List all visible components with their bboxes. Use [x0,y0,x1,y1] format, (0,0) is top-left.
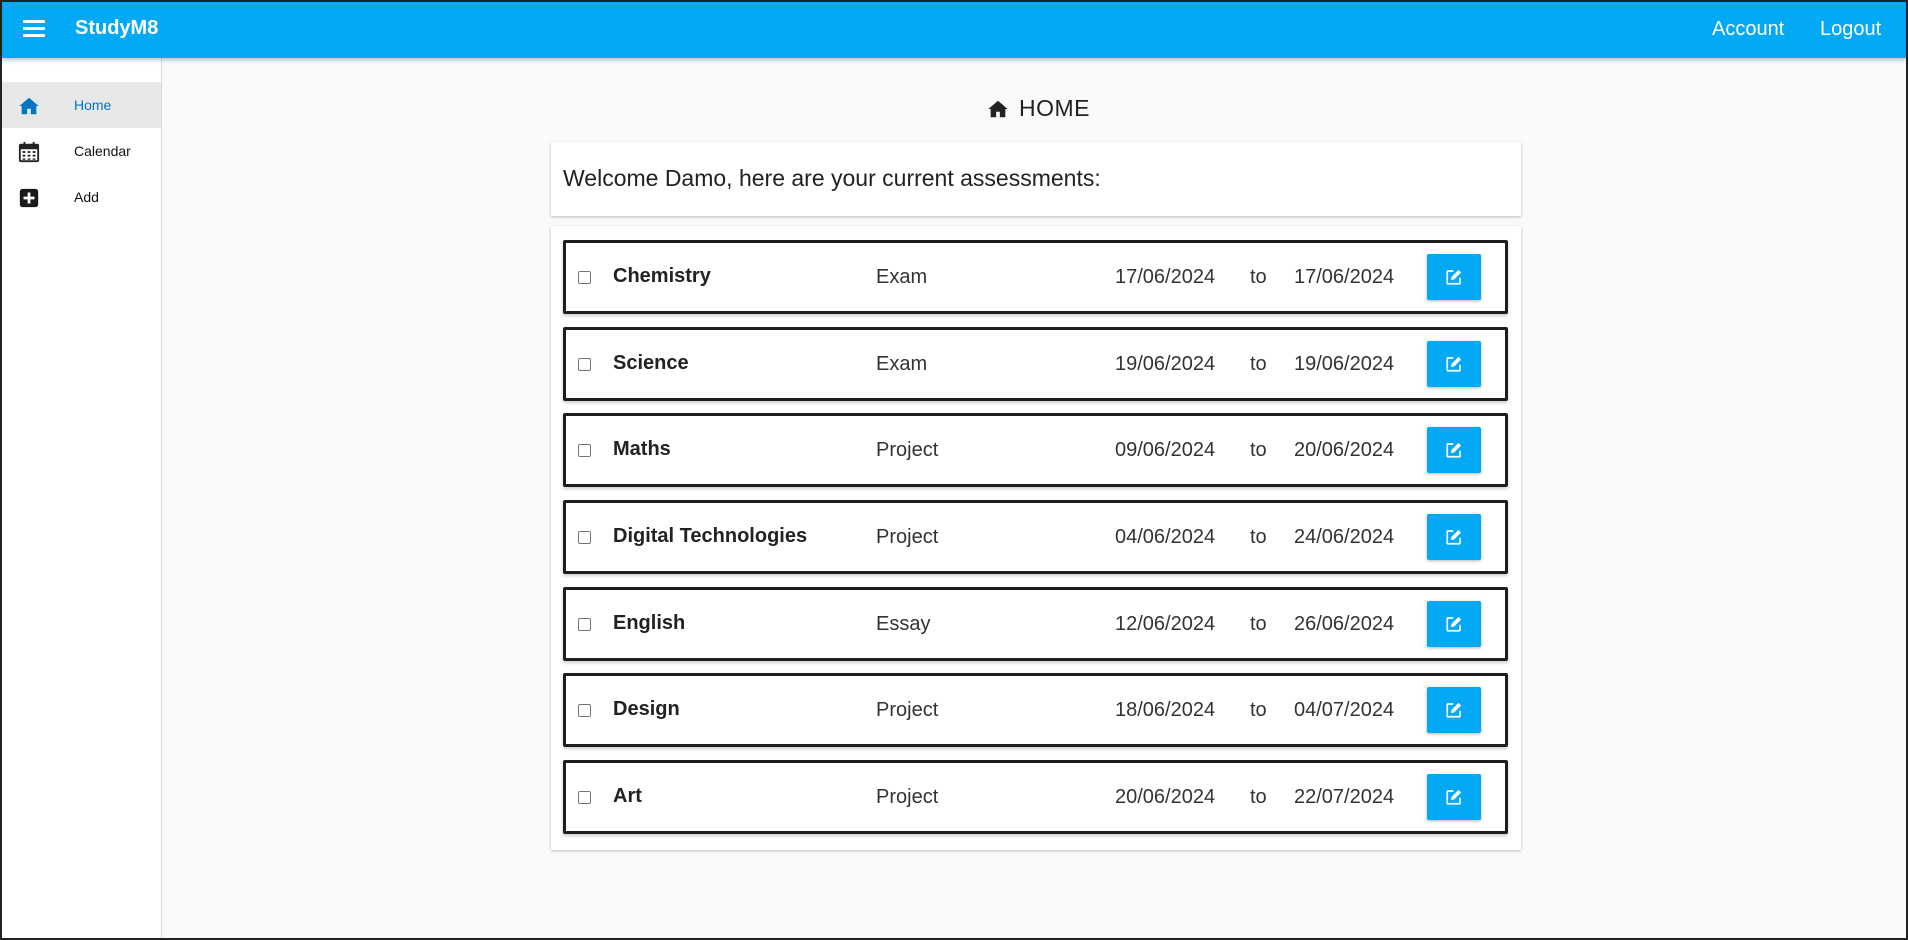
account-link[interactable]: Account [1712,18,1784,41]
sidebar-item-label: Calendar [74,143,131,159]
assessment-subject: Chemistry [613,265,711,287]
edit-button[interactable] [1427,341,1481,387]
date-separator: to [1250,353,1267,375]
assessment-row: Chemistry Exam 17/06/2024 to 17/06/2024 [563,240,1508,314]
start-date: 09/06/2024 [1115,439,1216,461]
end-date: 19/06/2024 [1294,353,1395,375]
start-date: 18/06/2024 [1115,699,1216,721]
assessment-subject: Digital Technologies [613,525,808,547]
date-separator: to [1250,786,1267,808]
assessment-type: Project [876,439,939,461]
assessment-row: English Essay 12/06/2024 to 26/06/2024 [563,587,1508,661]
hamburger-menu-icon[interactable] [23,20,45,38]
complete-checkbox[interactable] [578,271,591,284]
start-date: 19/06/2024 [1115,353,1216,375]
date-separator: to [1250,613,1267,635]
assessment-subject: Science [613,352,689,374]
app-brand[interactable]: StudyM8 [75,17,158,40]
end-date: 26/06/2024 [1294,613,1395,635]
date-separator: to [1250,439,1267,461]
end-date: 24/06/2024 [1294,526,1395,548]
edit-icon [1446,789,1462,805]
edit-icon [1446,529,1462,545]
sidebar-item-home[interactable]: Home [2,82,161,128]
page-title-text: HOME [1019,95,1090,121]
sidebar-item-label: Add [74,189,99,205]
assessment-list: Chemistry Exam 17/06/2024 to 17/06/2024 … [551,226,1521,850]
assessment-subject: English [613,612,686,634]
assessment-row: Science Exam 19/06/2024 to 19/06/2024 [563,327,1508,401]
calendar-icon [18,141,40,163]
end-date: 04/07/2024 [1294,699,1395,721]
assessment-subject: Art [613,785,642,807]
start-date: 17/06/2024 [1115,266,1216,288]
start-date: 12/06/2024 [1115,613,1216,635]
assessment-type: Project [876,699,939,721]
edit-button[interactable] [1427,514,1481,560]
sidebar-item-label: Home [74,97,112,113]
edit-icon [1446,702,1462,718]
assessment-subject: Design [613,698,680,720]
date-separator: to [1250,526,1267,548]
assessment-row: Digital Technologies Project 04/06/2024 … [563,500,1508,574]
edit-icon [1446,269,1462,285]
logout-link[interactable]: Logout [1820,18,1881,41]
edit-button[interactable] [1427,687,1481,733]
complete-checkbox[interactable] [578,791,591,804]
sidebar-item-calendar[interactable]: Calendar [2,128,161,174]
end-date: 17/06/2024 [1294,266,1395,288]
welcome-card: Welcome Damo, here are your current asse… [551,142,1521,216]
sidebar: Home Calendar Add [2,58,162,938]
home-icon [18,95,40,117]
assessment-row: Design Project 18/06/2024 to 04/07/2024 [563,673,1508,747]
start-date: 20/06/2024 [1115,786,1216,808]
assessment-type: Essay [876,613,931,635]
edit-button[interactable] [1427,774,1481,820]
edit-button[interactable] [1427,427,1481,473]
end-date: 20/06/2024 [1294,439,1395,461]
welcome-message: Welcome Damo, here are your current asse… [563,165,1101,191]
complete-checkbox[interactable] [578,618,591,631]
assessment-type: Exam [876,353,928,375]
edit-button[interactable] [1427,601,1481,647]
date-separator: to [1250,266,1267,288]
assessment-row: Maths Project 09/06/2024 to 20/06/2024 [563,413,1508,487]
sidebar-item-add[interactable]: Add [2,174,161,220]
complete-checkbox[interactable] [578,704,591,717]
top-app-bar: StudyM8 Account Logout [2,2,1906,58]
edit-button[interactable] [1427,254,1481,300]
end-date: 22/07/2024 [1294,786,1395,808]
edit-icon [1446,356,1462,372]
date-separator: to [1250,699,1267,721]
complete-checkbox[interactable] [578,358,591,371]
assessment-type: Project [876,786,939,808]
edit-icon [1446,616,1462,632]
home-icon [988,100,1008,118]
assessment-type: Exam [876,266,928,288]
complete-checkbox[interactable] [578,531,591,544]
assessment-subject: Maths [613,438,671,460]
assessment-type: Project [876,526,939,548]
plus-square-icon [18,187,40,209]
assessment-row: Art Project 20/06/2024 to 22/07/2024 [563,760,1508,834]
complete-checkbox[interactable] [578,444,591,457]
start-date: 04/06/2024 [1115,526,1216,548]
edit-icon [1446,442,1462,458]
